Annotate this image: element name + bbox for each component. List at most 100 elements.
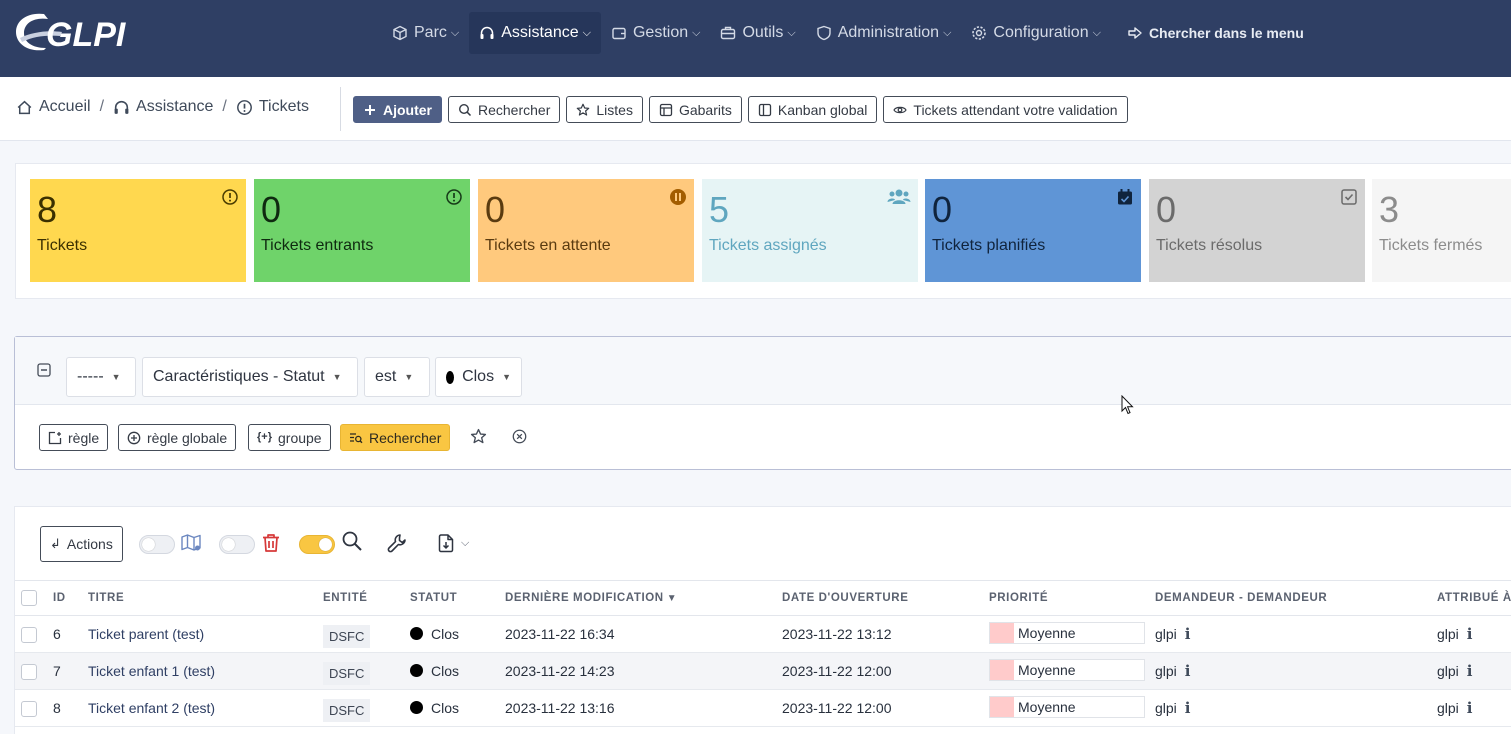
run-search-button[interactable]: Rechercher [340,424,451,451]
nav-gestion[interactable]: Gestion ⌵ [601,12,710,54]
priority-swatch [990,623,1014,643]
row-select-cell [15,689,53,727]
mouse-cursor-icon [1121,395,1134,415]
map-toggle[interactable] [139,535,175,554]
kanban-button-label: Kanban global [777,101,868,118]
reset-circle-icon[interactable] [512,429,527,444]
stat-tile-planned[interactable]: 0 Tickets planifiés [925,179,1141,282]
stat-tile-tickets[interactable]: 8 Tickets [30,179,246,282]
trash-icon[interactable] [260,532,282,554]
info-icon[interactable]: i [1467,625,1473,643]
info-icon[interactable]: i [1467,699,1473,717]
row-checkbox[interactable] [21,700,37,717]
trash-toggle[interactable] [219,535,255,554]
stat-value: 5 [709,189,730,230]
headset-icon [114,100,129,114]
column-header-title[interactable]: TITRE [88,580,323,616]
info-icon[interactable]: i [1185,662,1191,680]
table-row: 7 Ticket enfant 1 (test) DSFC Clos 2023-… [15,652,1511,690]
stat-tile-closed[interactable]: 3 Tickets fermés [1372,179,1511,282]
add-global-rule-button[interactable]: règle globale [118,424,237,451]
column-header-status[interactable]: STATUT [410,580,505,616]
column-header-opened[interactable]: DATE D'OUVERTURE [782,580,989,616]
page-actions: Ajouter Rechercher Listes Gabarits Kanba… [353,96,1128,123]
criteria-operator-select[interactable]: est ▼ [364,357,430,397]
ticket-link[interactable]: Ticket enfant 1 (test) [88,663,215,679]
cell-id: 8 [53,689,88,727]
row-checkbox[interactable] [21,663,37,680]
star-icon[interactable] [470,428,487,445]
requester-name[interactable]: glpi [1155,700,1177,716]
chevron-down-icon[interactable]: ⌵ [461,537,469,550]
menu-search[interactable]: Chercher dans le menu [1117,12,1314,54]
requester-name[interactable]: glpi [1155,626,1177,642]
column-header-id[interactable]: ID [53,580,88,616]
caret-down-icon: ▼ [332,372,342,382]
search-button[interactable]: Rechercher [448,96,561,123]
validation-button[interactable]: Tickets attendant votre validation [883,96,1128,123]
ticket-stats: 8 Tickets 0 Tickets entrants 0 Tickets e… [15,163,1511,299]
braces-plus-icon: {+} [257,430,272,443]
templates-button[interactable]: Gabarits [648,96,742,123]
ticket-link[interactable]: Ticket enfant 2 (test) [88,700,215,716]
assigned-name[interactable]: glpi [1437,626,1459,642]
select-all-header[interactable] [15,580,53,616]
templates-button-label: Gabarits [678,101,732,118]
search-icon[interactable] [341,530,363,552]
stat-tile-incoming[interactable]: 0 Tickets entrants [254,179,470,282]
breadcrumb-section[interactable]: Assistance [136,98,213,116]
wrench-icon[interactable] [386,532,408,554]
stat-tile-waiting[interactable]: 0 Tickets en attente [478,179,694,282]
search-toggle[interactable] [299,535,335,554]
add-group-label: groupe [278,429,322,446]
assigned-name[interactable]: glpi [1437,663,1459,679]
stat-tile-solved[interactable]: 0 Tickets résolus [1149,179,1365,282]
column-header-modified[interactable]: DERNIÈRE MODIFICATION ▼ [505,580,782,616]
column-header-assigned[interactable]: ATTRIBUÉ À [1437,580,1511,616]
criteria-field-select[interactable]: Caractéristiques - Statut ▼ [142,357,358,397]
collapse-icon[interactable] [37,363,51,377]
breadcrumb-home[interactable]: Accueil [39,98,91,116]
info-icon[interactable]: i [1185,699,1191,717]
criteria-operator-value: est [375,368,397,385]
info-icon[interactable]: i [1185,625,1191,643]
assigned-name[interactable]: glpi [1437,700,1459,716]
actions-button[interactable]: ↲ Actions [40,526,123,562]
select-all-checkbox[interactable] [21,590,37,606]
add-rule-button[interactable]: règle [39,424,109,451]
nav-parc[interactable]: Parc ⌵ [382,12,469,54]
requester-name[interactable]: glpi [1155,663,1177,679]
map-icon[interactable] [180,532,202,554]
ticket-link[interactable]: Ticket parent (test) [88,626,204,642]
glpi-logo[interactable]: GLPI [14,8,130,58]
caret-down-icon: ▼ [502,372,511,382]
priority-badge: Moyenne [989,659,1145,681]
nav-outils[interactable]: Outils ⌵ [710,12,805,54]
breadcrumb-page[interactable]: Tickets [259,98,309,116]
criteria-value-select[interactable]: Clos ▼ [435,357,522,397]
kanban-button[interactable]: Kanban global [747,96,878,123]
add-group-button[interactable]: {+} groupe [248,424,331,451]
stat-label: Tickets fermés [1379,237,1483,254]
lists-button[interactable]: Listes [566,96,643,123]
criteria-link-select[interactable]: ----- ▼ [66,357,136,397]
plus-circle-icon [127,431,141,444]
row-checkbox[interactable] [21,626,37,643]
info-icon[interactable]: i [1467,662,1473,680]
nav-configuration[interactable]: Configuration ⌵ [961,12,1111,54]
add-button[interactable]: Ajouter [353,96,442,123]
export-icon[interactable] [435,532,457,554]
column-header-entity[interactable]: ENTITÉ [323,580,410,616]
nav-parc-label: Parc [414,24,447,41]
stat-tile-assigned[interactable]: 5 Tickets assignés [702,179,918,282]
nav-assistance[interactable]: Assistance ⌵ [469,12,601,54]
stat-label: Tickets assignés [709,237,827,254]
users-icon [887,189,911,204]
column-header-requester[interactable]: DEMANDEUR - DEMANDEUR [1155,580,1437,616]
search-button-label: Rechercher [478,101,551,118]
nav-administration[interactable]: Administration ⌵ [806,12,962,54]
criteria-row: ----- ▼ Caractéristiques - Statut ▼ est ▼ C… [15,337,1511,405]
cell-requester: glpi i [1155,615,1437,653]
column-header-priority[interactable]: PRIORITÉ [989,580,1155,616]
priority-badge: Moyenne [989,696,1145,718]
